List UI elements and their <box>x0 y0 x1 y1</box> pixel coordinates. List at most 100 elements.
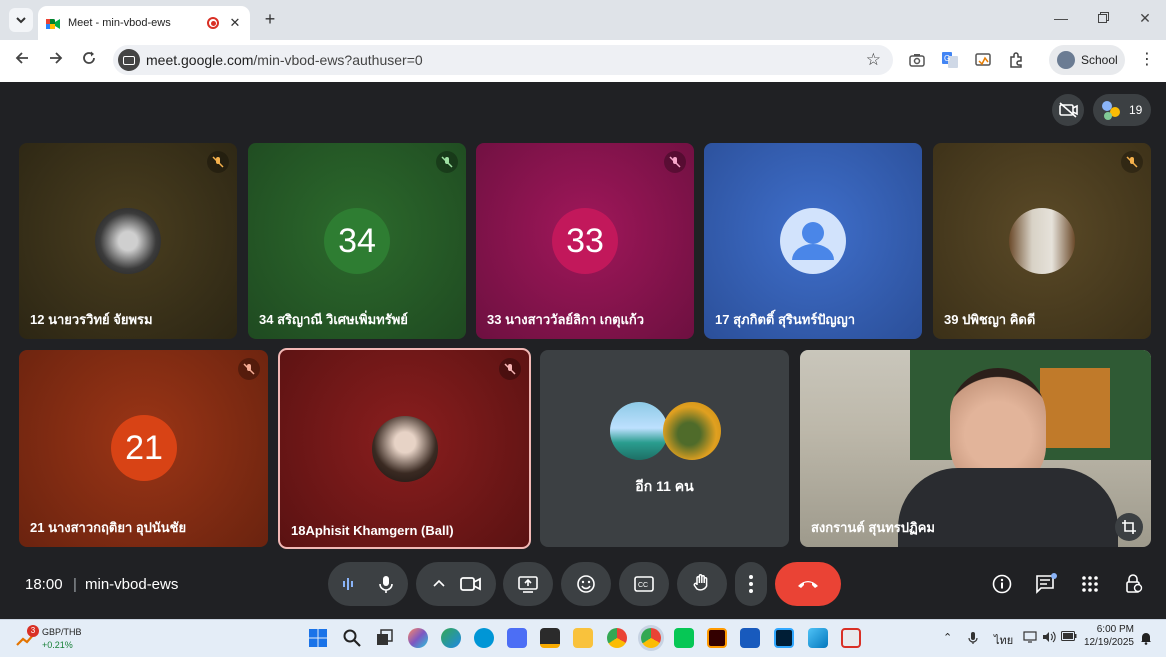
mic-off-icon <box>207 151 229 173</box>
meeting-details-button[interactable] <box>991 573 1013 595</box>
chevron-up-icon <box>433 579 445 587</box>
mic-icon <box>379 576 393 593</box>
illustrator-icon[interactable] <box>707 628 727 648</box>
camera-icon[interactable] <box>908 51 926 69</box>
participant-name: 17 สุภกิตติ์ สุรินทร์ปัญญา <box>715 312 856 327</box>
site-info-icon[interactable] <box>118 49 140 71</box>
chat-icon <box>1036 573 1057 594</box>
translate-icon[interactable]: G <box>941 51 959 69</box>
hp-icon[interactable] <box>474 628 494 648</box>
leave-call-button[interactable] <box>775 562 841 606</box>
photos-icon[interactable] <box>808 628 828 648</box>
participant-count: 19 <box>1129 103 1143 117</box>
participants-button[interactable]: 19 <box>1093 94 1151 126</box>
svg-text:CC: CC <box>638 582 648 589</box>
chrome-icon[interactable] <box>607 628 627 648</box>
more-vert-icon <box>749 575 753 593</box>
meeting-time: 18:00 <box>25 576 63 593</box>
copilot-icon[interactable] <box>408 628 428 648</box>
back-button[interactable] <box>11 50 33 72</box>
participant-video-tile[interactable]: สงกรานต์ สุนทรปฏิคม <box>800 350 1151 547</box>
participant-photo <box>372 416 438 482</box>
participant-number-avatar: 34 <box>324 208 390 274</box>
extensions-icon[interactable] <box>1007 51 1025 69</box>
chrome-active-icon[interactable] <box>641 628 661 648</box>
camera-control[interactable] <box>416 562 496 606</box>
profile-button[interactable]: School <box>1049 45 1125 75</box>
taskbar-clock[interactable]: 6:00 PM 12/19/2025 <box>1078 624 1134 648</box>
arrow-right-icon <box>50 52 63 64</box>
participant-photo <box>95 208 161 274</box>
cast-icon[interactable] <box>974 51 992 69</box>
microphone-tray-icon[interactable] <box>968 631 978 648</box>
reframe-button[interactable] <box>1115 513 1143 541</box>
restore-button[interactable] <box>1093 10 1113 26</box>
word-icon[interactable] <box>740 628 760 648</box>
address-bar[interactable]: meet.google.com/min-vbod-ews?authuser=0 … <box>113 45 893 75</box>
line-icon[interactable] <box>674 628 694 648</box>
participant-tile[interactable]: 39 ปพิชญา คิดดี <box>933 143 1151 339</box>
bookmark-star-icon[interactable]: ☆ <box>866 50 881 70</box>
forward-button[interactable] <box>45 50 67 72</box>
taskbar: 3 GBP/THB +0.21% ⌃ ไทย 6:00 PM 12/19/202… <box>0 619 1166 657</box>
file-explorer-icon[interactable] <box>573 628 593 648</box>
browser-chrome: Meet - min-vbod-ews ✕ + — ✕ meet.google.… <box>0 0 1166 82</box>
show-hidden-icons-chevron-icon[interactable]: ⌃ <box>943 631 952 644</box>
tab-list-button[interactable] <box>9 8 33 32</box>
hide-self-view-button[interactable] <box>1052 94 1084 126</box>
microphone-control[interactable] <box>328 562 408 606</box>
reload-button[interactable] <box>78 50 100 72</box>
others-tile[interactable]: อีก 11 คน <box>540 350 789 547</box>
search-icon[interactable] <box>342 628 362 648</box>
input-language[interactable]: ไทย <box>994 631 1013 649</box>
more-options-button[interactable] <box>735 562 767 606</box>
video-off-icon <box>1059 102 1078 118</box>
widgets-button[interactable]: 3 GBP/THB +0.21% <box>16 625 96 653</box>
captions-button[interactable]: CC <box>619 562 669 606</box>
close-window-button[interactable]: ✕ <box>1135 10 1155 27</box>
volume-icon[interactable] <box>1042 631 1056 646</box>
calculator-icon[interactable] <box>507 628 527 648</box>
lock-person-icon <box>1126 574 1143 593</box>
notification-bell-icon[interactable] <box>1140 631 1152 648</box>
participant-tile[interactable]: 12 นายวรวิทย์ จัยพรม <box>19 143 237 339</box>
participant-tile[interactable]: 34 34 สริญาณี วิเศษเพิ่มทรัพย์ <box>248 143 466 339</box>
sticky-notes-icon[interactable] <box>540 628 560 648</box>
participant-name: 34 สริญาณี วิเศษเพิ่มทรัพย์ <box>259 312 408 327</box>
captions-icon: CC <box>634 576 654 592</box>
mic-off-icon <box>499 358 521 380</box>
profile-label: School <box>1081 53 1118 67</box>
browser-toolbar: meet.google.com/min-vbod-ews?authuser=0 … <box>0 40 1166 82</box>
participant-tile-active-speaker[interactable]: 18Aphisit Khamgern (Ball) <box>278 348 531 549</box>
participant-tile[interactable]: 21 21 นางสาวกฤติยา อุปนันชัย <box>19 350 268 547</box>
participant-tile[interactable]: 33 33 นางสาววัลย์ลิกา เกตุแก้ว <box>476 143 694 339</box>
participant-tile[interactable]: 17 สุภกิตติ์ สุรินทร์ปัญญา <box>704 143 922 339</box>
close-tab-icon[interactable]: ✕ <box>228 15 242 31</box>
reactions-button[interactable] <box>561 562 611 606</box>
url-path: /min-vbod-ews?authuser=0 <box>253 52 423 68</box>
tab-meet[interactable]: Meet - min-vbod-ews ✕ <box>38 6 250 40</box>
browser-menu-icon[interactable]: ⋮ <box>1139 51 1155 69</box>
chat-button[interactable] <box>1035 573 1057 595</box>
mic-off-icon <box>436 151 458 173</box>
new-tab-button[interactable]: + <box>260 9 280 30</box>
activities-button[interactable] <box>1079 573 1101 595</box>
minimize-button[interactable]: — <box>1051 10 1071 26</box>
phone-hangup-icon <box>798 581 818 588</box>
mic-off-icon <box>238 358 260 380</box>
battery-icon[interactable] <box>1061 631 1077 644</box>
host-controls-button[interactable] <box>1123 573 1145 595</box>
edge-icon[interactable] <box>441 628 461 648</box>
snipping-tool-icon[interactable] <box>841 628 861 648</box>
url-host: meet.google.com <box>146 52 254 68</box>
start-icon[interactable] <box>308 628 328 648</box>
avatar <box>1057 51 1075 69</box>
present-screen-button[interactable] <box>503 562 553 606</box>
participant-name: 33 นางสาววัลย์ลิกา เกตุแก้ว <box>487 312 645 327</box>
participant-name: 12 นายวรวิทย์ จัยพรม <box>30 312 153 327</box>
raise-hand-button[interactable] <box>677 562 727 606</box>
chevron-down-icon <box>16 16 26 23</box>
photoshop-icon[interactable] <box>774 628 794 648</box>
task-view-icon[interactable] <box>375 628 395 648</box>
network-icon[interactable] <box>1023 631 1037 646</box>
